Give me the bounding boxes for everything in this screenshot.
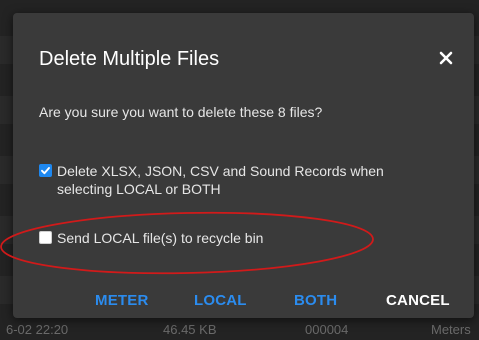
- close-button[interactable]: [435, 47, 457, 69]
- file-date: 6-02 22:20: [6, 322, 69, 337]
- recycle-bin-checkbox[interactable]: [39, 231, 52, 244]
- delete-records-checkbox[interactable]: [39, 164, 52, 177]
- close-icon: [439, 51, 453, 65]
- delete-records-option[interactable]: Delete XLSX, JSON, CSV and Sound Records…: [39, 162, 439, 198]
- recycle-bin-option[interactable]: Send LOCAL file(s) to recycle bin: [39, 229, 263, 247]
- dialog-message: Are you sure you want to delete these 8 …: [39, 104, 323, 120]
- meter-button[interactable]: METER: [95, 291, 149, 311]
- recycle-bin-label: Send LOCAL file(s) to recycle bin: [57, 230, 264, 246]
- background-file-row: 6-02 22:20 46.45 KB 000004 Meters: [0, 320, 479, 340]
- delete-files-dialog: Delete Multiple Files Are you sure you w…: [13, 13, 474, 318]
- file-size: 46.45 KB: [163, 322, 217, 337]
- checkmark-icon: [41, 167, 50, 175]
- file-id: 000004: [305, 322, 349, 337]
- local-button[interactable]: LOCAL: [194, 291, 247, 311]
- file-device: Meters: [431, 322, 471, 337]
- both-button[interactable]: BOTH: [294, 291, 337, 311]
- dialog-actions: METER LOCAL BOTH CANCEL: [13, 291, 474, 313]
- delete-records-label: Delete XLSX, JSON, CSV and Sound Records…: [57, 163, 384, 197]
- dialog-title: Delete Multiple Files: [39, 48, 220, 70]
- cancel-button[interactable]: CANCEL: [386, 291, 450, 311]
